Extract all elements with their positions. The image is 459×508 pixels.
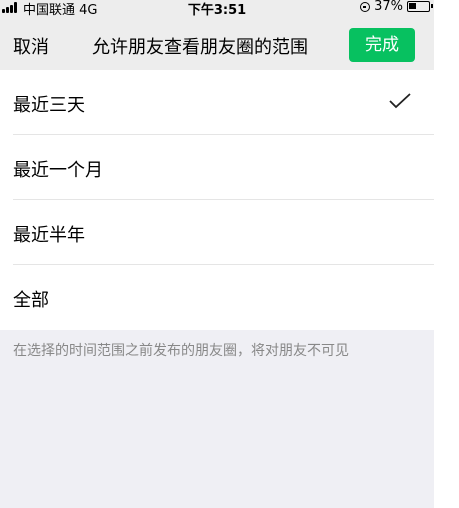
- range-options-list: 最近三天 最近一个月 最近半年 全部: [0, 70, 434, 330]
- battery-icon: [407, 1, 433, 12]
- rotation-lock-icon: [360, 1, 371, 12]
- option-label: 最近三天: [13, 95, 85, 116]
- battery-percent: 37%: [374, 0, 403, 14]
- option-row-0[interactable]: 最近三天: [0, 70, 434, 135]
- option-row-3[interactable]: 全部: [0, 265, 434, 330]
- option-label: 全部: [13, 290, 49, 311]
- right-edge-strip: [434, 0, 459, 508]
- cancel-button[interactable]: 取消: [13, 33, 49, 59]
- header: 中国联通 4G 下午3:51 37% 取消 允许朋友查看朋友圈的范围 完成: [0, 0, 434, 70]
- screen: 中国联通 4G 下午3:51 37% 取消 允许朋友查看朋友圈的范围 完成 最近…: [0, 0, 459, 508]
- footnote-text: 在选择的时间范围之前发布的朋友圈，将对朋友不可见: [13, 343, 349, 359]
- status-bar: 中国联通 4G 下午3:51 37%: [0, 0, 434, 18]
- battery-tip: [431, 4, 433, 8]
- page-title: 允许朋友查看朋友圈的范围: [92, 37, 308, 58]
- option-row-2[interactable]: 最近半年: [0, 200, 434, 265]
- done-button[interactable]: 完成: [349, 28, 415, 62]
- option-row-1[interactable]: 最近一个月: [0, 135, 434, 200]
- option-label: 最近半年: [13, 225, 85, 246]
- status-right: 37%: [360, 0, 433, 14]
- battery-fill: [409, 3, 416, 9]
- option-label: 最近一个月: [13, 160, 103, 181]
- checkmark-icon: [389, 93, 411, 109]
